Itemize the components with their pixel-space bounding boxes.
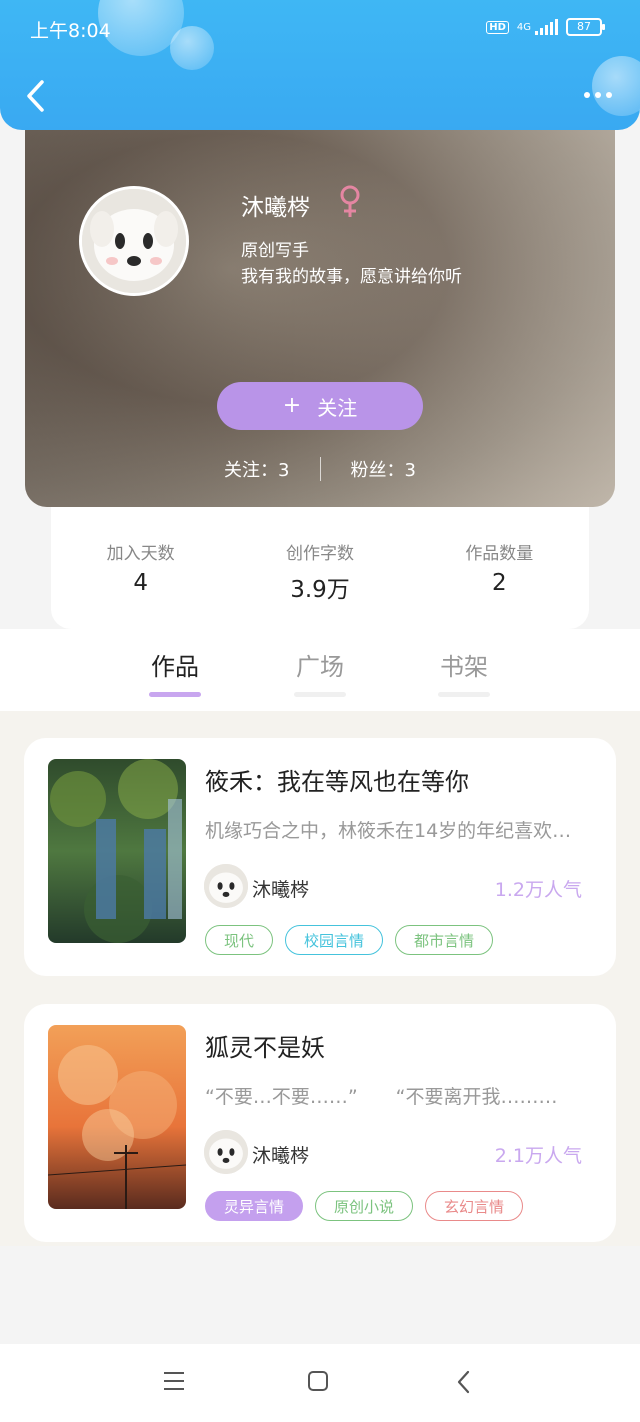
book-tags: 现代 校园言情 都市言情 bbox=[205, 925, 494, 955]
book-author-avatar bbox=[204, 1130, 248, 1174]
stat-value: 2 bbox=[492, 570, 507, 596]
app-header: 上午8:04 HD 4G 87 bbox=[0, 0, 640, 130]
stat-join-days: 加入天数 4 bbox=[51, 507, 230, 629]
tab-label: 书架 bbox=[440, 653, 488, 681]
decor-bubble bbox=[170, 26, 214, 70]
follow-label: 关注 bbox=[317, 395, 358, 420]
status-indicators: HD 4G 87 bbox=[486, 18, 605, 36]
dog-avatar-image bbox=[82, 189, 186, 293]
tab-indicator bbox=[294, 692, 346, 697]
system-nav-bar bbox=[0, 1344, 640, 1422]
menu-icon[interactable] bbox=[164, 1372, 184, 1396]
tab-label: 作品 bbox=[151, 653, 199, 681]
tag[interactable]: 原创小说 bbox=[315, 1191, 414, 1221]
book-card[interactable]: 狐灵不是妖 “不要…不要……” “不要离开我……… 沐曦梣 2.1万人气 灵异言… bbox=[24, 1004, 616, 1242]
author-role: 原创写手 bbox=[241, 241, 309, 261]
stat-word-count: 创作字数 3.9万 bbox=[230, 507, 409, 629]
book-cover-image bbox=[48, 759, 186, 943]
book-tags: 灵异言情 原创小说 玄幻言情 bbox=[205, 1191, 524, 1221]
fans-count[interactable]: 粉丝：3 bbox=[351, 456, 416, 482]
author-stats-card: 加入天数 4 创作字数 3.9万 作品数量 2 bbox=[51, 507, 589, 629]
profile-hero: 沐曦梣 原创写手 我有我的故事，愿意讲给你听 + 关注 关注：3 粉丝：3 bbox=[25, 110, 615, 507]
book-title[interactable]: 筱禾：我在等风也在等你 bbox=[205, 762, 469, 797]
book-title[interactable]: 狐灵不是妖 bbox=[205, 1028, 325, 1063]
tag[interactable]: 玄幻言情 bbox=[425, 1191, 524, 1221]
author-avatar[interactable] bbox=[79, 186, 189, 296]
book-popularity: 2.1万人气 bbox=[494, 1145, 582, 1167]
content-tabs: 作品 广场 书架 bbox=[0, 629, 640, 711]
follow-stats: 关注：3 粉丝：3 bbox=[25, 456, 615, 482]
dog-avatar-image bbox=[204, 864, 248, 908]
stat-value: 4 bbox=[133, 570, 148, 596]
stat-label: 创作字数 bbox=[285, 544, 354, 564]
book-cover[interactable] bbox=[48, 759, 186, 943]
author-name: 沐曦梣 bbox=[241, 195, 310, 221]
book-author-avatar bbox=[204, 864, 248, 908]
book-cover-image bbox=[48, 1025, 186, 1209]
hd-icon: HD bbox=[486, 20, 509, 34]
stat-value: 3.9万 bbox=[290, 577, 350, 603]
book-popularity: 1.2万人气 bbox=[494, 879, 582, 901]
book-author: 沐曦梣 bbox=[252, 879, 310, 901]
stat-label: 作品数量 bbox=[465, 544, 534, 564]
tag[interactable]: 都市言情 bbox=[395, 925, 494, 955]
chevron-left-icon bbox=[27, 80, 44, 112]
network-label: 4G bbox=[516, 21, 531, 33]
following-count[interactable]: 关注：3 bbox=[224, 456, 289, 482]
home-icon[interactable] bbox=[308, 1371, 328, 1391]
tab-label: 广场 bbox=[296, 653, 344, 681]
stat-label: 加入天数 bbox=[106, 544, 175, 564]
tab-bookshelf[interactable]: 书架 bbox=[428, 647, 500, 697]
plus-icon: + bbox=[282, 393, 302, 418]
tab-indicator bbox=[149, 692, 201, 697]
tag[interactable]: 灵异言情 bbox=[205, 1191, 304, 1221]
tab-works[interactable]: 作品 bbox=[139, 647, 211, 697]
follow-button[interactable]: + 关注 bbox=[217, 382, 423, 430]
tab-square[interactable]: 广场 bbox=[284, 647, 356, 697]
tag[interactable]: 现代 bbox=[205, 925, 274, 955]
book-description: 机缘巧合之中，林筱禾在14岁的年纪喜欢… bbox=[205, 820, 572, 842]
divider bbox=[319, 457, 321, 481]
battery-icon: 87 bbox=[566, 18, 605, 36]
book-author: 沐曦梣 bbox=[252, 1145, 310, 1167]
book-card[interactable]: 筱禾：我在等风也在等你 机缘巧合之中，林筱禾在14岁的年纪喜欢… 沐曦梣 1.2… bbox=[24, 738, 616, 976]
tab-indicator bbox=[438, 692, 490, 697]
stat-works-count: 作品数量 2 bbox=[410, 507, 589, 629]
back-icon[interactable] bbox=[454, 1368, 474, 1396]
tag[interactable]: 校园言情 bbox=[285, 925, 384, 955]
works-list: 筱禾：我在等风也在等你 机缘巧合之中，林筱禾在14岁的年纪喜欢… 沐曦梣 1.2… bbox=[0, 711, 640, 1246]
dog-avatar-image bbox=[204, 1130, 248, 1174]
author-bio: 我有我的故事，愿意讲给你听 bbox=[241, 267, 462, 287]
decor-bubble bbox=[592, 56, 640, 116]
more-options-button[interactable] bbox=[584, 92, 612, 98]
signal-icon bbox=[535, 19, 558, 35]
book-description: “不要…不要……” “不要离开我……… bbox=[205, 1086, 558, 1108]
back-button[interactable] bbox=[20, 78, 54, 114]
status-time: 上午8:04 bbox=[30, 20, 111, 42]
female-icon bbox=[340, 185, 360, 217]
book-cover[interactable] bbox=[48, 1025, 186, 1209]
more-dots-icon bbox=[584, 92, 590, 98]
